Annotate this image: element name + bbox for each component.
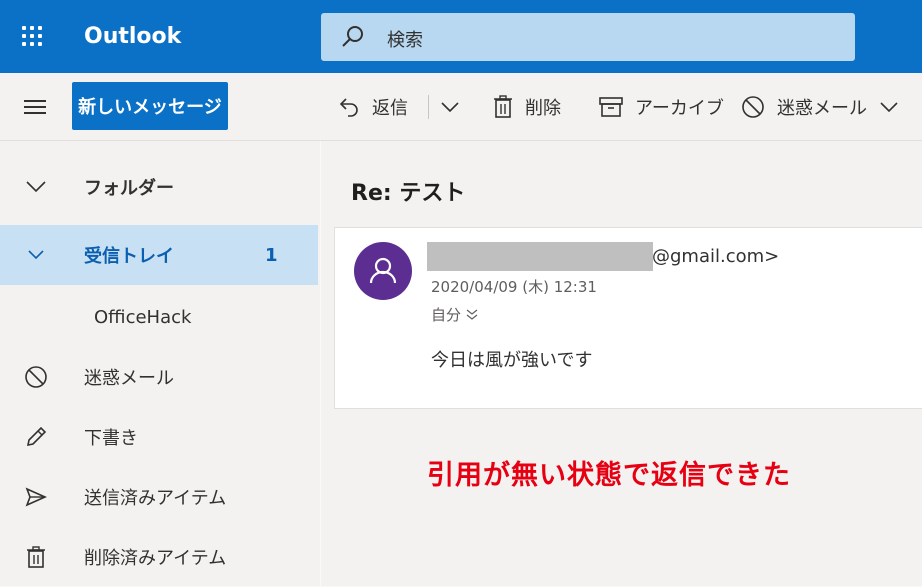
- folder-officehack[interactable]: OfficeHack: [0, 287, 320, 347]
- folder-sent[interactable]: 送信済みアイテム: [0, 467, 320, 527]
- avatar[interactable]: [354, 242, 412, 300]
- message-subject: Re: テスト: [351, 181, 466, 206]
- junk-button[interactable]: 迷惑メール: [741, 93, 899, 121]
- folder-label: 削除済みアイテム: [84, 548, 227, 569]
- trash-icon: [27, 546, 45, 568]
- folder-inbox[interactable]: 受信トレイ 1: [0, 225, 318, 285]
- search-icon: [342, 26, 363, 47]
- divider: [428, 95, 429, 119]
- folders-header[interactable]: フォルダー: [0, 157, 320, 217]
- app-launcher-icon[interactable]: [22, 26, 46, 50]
- reply-icon: [339, 98, 358, 117]
- redacted-sender: [427, 242, 653, 271]
- folder-label: 受信トレイ: [84, 246, 174, 267]
- message-card[interactable]: @gmail.com> 2020/04/09 (木) 12:31 自分 今日は風…: [334, 227, 922, 409]
- pencil-icon: [26, 426, 47, 447]
- folder-pane: フォルダー 受信トレイ 1 OfficeHack 迷惑メール 下書き 送信済みア…: [0, 141, 320, 586]
- chevron-down-icon: [26, 181, 46, 193]
- archive-label: アーカイブ: [635, 98, 724, 119]
- folder-label: 送信済みアイテム: [84, 488, 227, 509]
- junk-label: 迷惑メール: [777, 98, 867, 119]
- folders-label: フォルダー: [84, 178, 174, 199]
- top-bar: Outlook 検索: [0, 0, 922, 73]
- chevron-down-icon[interactable]: [24, 243, 48, 267]
- folder-junk[interactable]: 迷惑メール: [0, 347, 320, 407]
- folder-label: 迷惑メール: [84, 368, 174, 389]
- chevron-down-icon[interactable]: [879, 101, 899, 113]
- double-chevron-down-icon: [466, 309, 478, 320]
- recipient-line[interactable]: 自分: [431, 304, 479, 325]
- chevron-down-icon: [441, 102, 459, 113]
- person-icon: [369, 257, 397, 284]
- search-placeholder[interactable]: 検索: [387, 26, 423, 52]
- send-icon: [25, 487, 47, 507]
- message-date: 2020/04/09 (木) 12:31: [431, 278, 597, 296]
- new-message-button[interactable]: 新しいメッセージ: [72, 82, 228, 130]
- block-icon: [25, 366, 47, 388]
- archive-button[interactable]: アーカイブ: [599, 93, 724, 121]
- archive-icon: [599, 97, 623, 117]
- menu-icon[interactable]: [24, 100, 46, 114]
- annotation-text: 引用が無い状態で返信できた: [427, 460, 791, 491]
- unread-count-badge: 1: [265, 244, 278, 266]
- delete-button[interactable]: 削除: [493, 93, 561, 121]
- search-box[interactable]: 検索: [321, 13, 855, 61]
- app-title[interactable]: Outlook: [84, 24, 181, 49]
- command-bar: 新しいメッセージ 返信 削除 アーカイブ 迷惑メール: [0, 73, 922, 141]
- trash-icon: [494, 95, 512, 118]
- message-body: 今日は風が強いです: [431, 350, 593, 371]
- reading-pane: Re: テスト @gmail.com> 2020/04/09 (木) 12:31…: [321, 141, 922, 586]
- reply-button[interactable]: 返信: [338, 93, 408, 121]
- folder-deleted[interactable]: 削除済みアイテム: [0, 527, 320, 587]
- delete-label: 削除: [525, 98, 561, 119]
- reply-label: 返信: [372, 98, 408, 119]
- reply-options-dropdown[interactable]: [440, 93, 472, 121]
- folder-drafts[interactable]: 下書き: [0, 407, 320, 467]
- recipient-label: 自分: [431, 306, 462, 324]
- folder-label: 下書き: [84, 428, 138, 449]
- block-icon: [742, 96, 764, 118]
- sender-email[interactable]: @gmail.com>: [652, 246, 779, 267]
- folder-label: OfficeHack: [94, 306, 192, 328]
